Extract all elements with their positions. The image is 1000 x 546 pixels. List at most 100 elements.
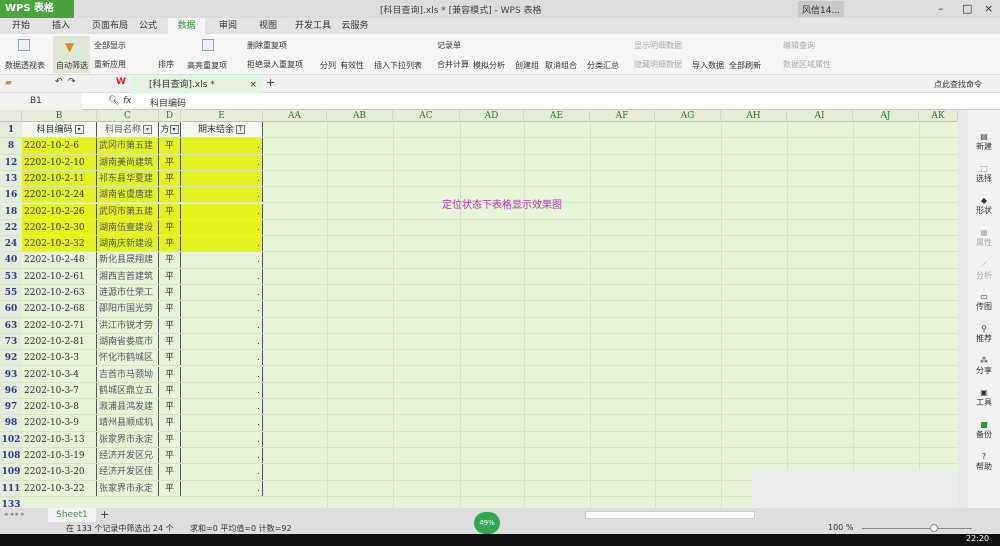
- redo-icon[interactable]: ↷: [68, 77, 76, 87]
- cell-c[interactable]: 武冈市第五建: [97, 138, 159, 154]
- cell-e[interactable]: .: [181, 301, 263, 317]
- tab-page-layout[interactable]: 页面布局: [85, 18, 135, 34]
- row-header[interactable]: 24: [0, 236, 22, 252]
- cell-e[interactable]: .: [181, 415, 263, 431]
- tab-view[interactable]: 视图: [252, 18, 284, 34]
- row-header[interactable]: 60: [0, 301, 22, 317]
- cell-d[interactable]: 平: [159, 187, 181, 203]
- cell-d[interactable]: 平: [159, 301, 181, 317]
- col-header[interactable]: AB: [327, 110, 393, 122]
- cell-d[interactable]: 平: [159, 399, 181, 415]
- cell-d[interactable]: 平: [159, 333, 181, 350]
- cell-c[interactable]: 张家界市永定: [97, 431, 159, 447]
- sidebar-item[interactable]: ⬚ 选择: [968, 164, 1000, 184]
- cell-c[interactable]: 鹤城区鼎立五: [97, 382, 159, 399]
- col-header[interactable]: AF: [590, 110, 655, 122]
- cell-d[interactable]: 平: [159, 317, 181, 333]
- close-tab-icon[interactable]: ×: [249, 77, 257, 93]
- row-header[interactable]: 111: [0, 480, 22, 496]
- col-header[interactable]: AG: [655, 110, 721, 122]
- sidebar-item[interactable]: ▤ 新建: [968, 132, 1000, 152]
- cell-d[interactable]: 平: [159, 252, 181, 268]
- close-button[interactable]: ×: [984, 2, 993, 15]
- cell-c[interactable]: 湖南伍壹建设: [97, 219, 159, 236]
- select-all[interactable]: [0, 110, 22, 122]
- zoom-icon[interactable]: 🔍︎: [108, 96, 119, 106]
- cell-c[interactable]: 湖南省虞唐建: [97, 187, 159, 203]
- cell-b[interactable]: 2202-10-2-61: [22, 268, 97, 284]
- tab-developer[interactable]: 开发工具: [288, 18, 338, 34]
- zoom-level[interactable]: 100 %: [828, 523, 853, 532]
- formula-input[interactable]: 科目编码: [150, 96, 186, 109]
- user-account[interactable]: 风信14...: [798, 1, 845, 17]
- cell-d[interactable]: 平: [159, 464, 181, 480]
- col-header[interactable]: AK: [919, 110, 958, 122]
- sidebar-item[interactable]: ▭ 传图: [968, 292, 1000, 312]
- cell-b[interactable]: 2202-10-3-4: [22, 366, 97, 382]
- header-cell[interactable]: 方 ▾: [159, 122, 181, 138]
- cell-b[interactable]: 2202-10-2-26: [22, 203, 97, 219]
- cell-e[interactable]: .: [181, 350, 263, 366]
- vertical-scrollbar[interactable]: [958, 110, 968, 508]
- cell-e[interactable]: .: [181, 187, 263, 203]
- import-data-button[interactable]: 导入数据: [692, 60, 724, 71]
- create-group-button[interactable]: 创建组: [515, 60, 539, 71]
- col-header[interactable]: AD: [460, 110, 524, 122]
- sidebar-item[interactable]: ⚲ 推荐: [968, 324, 1000, 344]
- header-cell[interactable]: 科目编码 ▾: [22, 122, 97, 138]
- cell-d[interactable]: 平: [159, 170, 181, 187]
- cell-e[interactable]: .: [181, 448, 263, 464]
- cell-d[interactable]: 平: [159, 285, 181, 301]
- fx-button[interactable]: fx: [123, 96, 132, 106]
- cell-e[interactable]: .: [181, 480, 263, 496]
- sidebar-item[interactable]: ⁂ 分享: [968, 356, 1000, 376]
- row-header[interactable]: 63: [0, 317, 22, 333]
- cell-e[interactable]: .: [181, 268, 263, 284]
- row-header[interactable]: 108: [0, 448, 22, 464]
- header-cell[interactable]: 科目名称 ▾: [97, 122, 159, 138]
- row-header[interactable]: 16: [0, 187, 22, 203]
- cell-d[interactable]: 平: [159, 154, 181, 170]
- row-header[interactable]: 40: [0, 252, 22, 268]
- search-command[interactable]: 点此查找命令: [934, 79, 982, 90]
- subtotal-button[interactable]: 分类汇总: [587, 60, 619, 71]
- row-header[interactable]: 97: [0, 399, 22, 415]
- col-header[interactable]: D: [159, 110, 181, 122]
- sort-button[interactable]: 排序: [158, 59, 174, 70]
- col-header[interactable]: C: [97, 110, 159, 122]
- spreadsheet-grid[interactable]: 1 科目编码 ▾ 科目名称 ▾ 方 ▾ 期末结余 T 8 2202-10-2-6 武冈市第五…: [0, 122, 958, 530]
- col-header[interactable]: AC: [393, 110, 460, 122]
- wps-menu-button[interactable]: WPS 表格: [0, 0, 74, 18]
- cell-c[interactable]: 洪江市锐才劳: [97, 317, 159, 333]
- document-tab[interactable]: [科目查询].xls * ×: [132, 76, 262, 93]
- consolidate-button[interactable]: 合并计算: [437, 59, 469, 70]
- cell-c[interactable]: 张家界市永定: [97, 480, 159, 496]
- cell-d[interactable]: 平: [159, 415, 181, 431]
- reject-duplicates-button[interactable]: 拒绝录入重复项: [247, 59, 303, 70]
- cell-c[interactable]: 吉首市马颈坳: [97, 366, 159, 382]
- sidebar-item[interactable]: ? 帮助: [968, 452, 1000, 472]
- zoom-slider-thumb[interactable]: [930, 524, 938, 532]
- tab-review[interactable]: 审阅: [212, 18, 244, 34]
- cell-e[interactable]: .: [181, 333, 263, 350]
- cell-b[interactable]: 2202-10-3-22: [22, 480, 97, 496]
- record-form-button[interactable]: 记录单: [437, 40, 461, 51]
- undo-icon[interactable]: ↶: [55, 77, 63, 87]
- sidebar-item[interactable]: ▦ 属性: [968, 228, 1000, 248]
- col-header[interactable]: AI: [787, 110, 853, 122]
- cell-c[interactable]: 溆浦县鸿发建: [97, 399, 159, 415]
- cell-e[interactable]: .: [181, 464, 263, 480]
- cell-e[interactable]: .: [181, 219, 263, 236]
- sidebar-item[interactable]: ◆ 形状: [968, 196, 1000, 216]
- cell-d[interactable]: 平: [159, 203, 181, 219]
- cell-b[interactable]: 2202-10-2-71: [22, 317, 97, 333]
- what-if-button[interactable]: 模拟分析: [473, 60, 505, 71]
- edit-query-button[interactable]: 编辑查询: [783, 40, 815, 51]
- cell-b[interactable]: 2202-10-2-68: [22, 301, 97, 317]
- cell-b[interactable]: 2202-10-2-63: [22, 285, 97, 301]
- cell-b[interactable]: 2202-10-3-7: [22, 382, 97, 399]
- cell-c[interactable]: 经济开发区兄: [97, 448, 159, 464]
- add-sheet-button[interactable]: +: [100, 508, 109, 521]
- cell-d[interactable]: 平: [159, 138, 181, 154]
- show-detail-button[interactable]: 显示明细数据: [634, 40, 682, 51]
